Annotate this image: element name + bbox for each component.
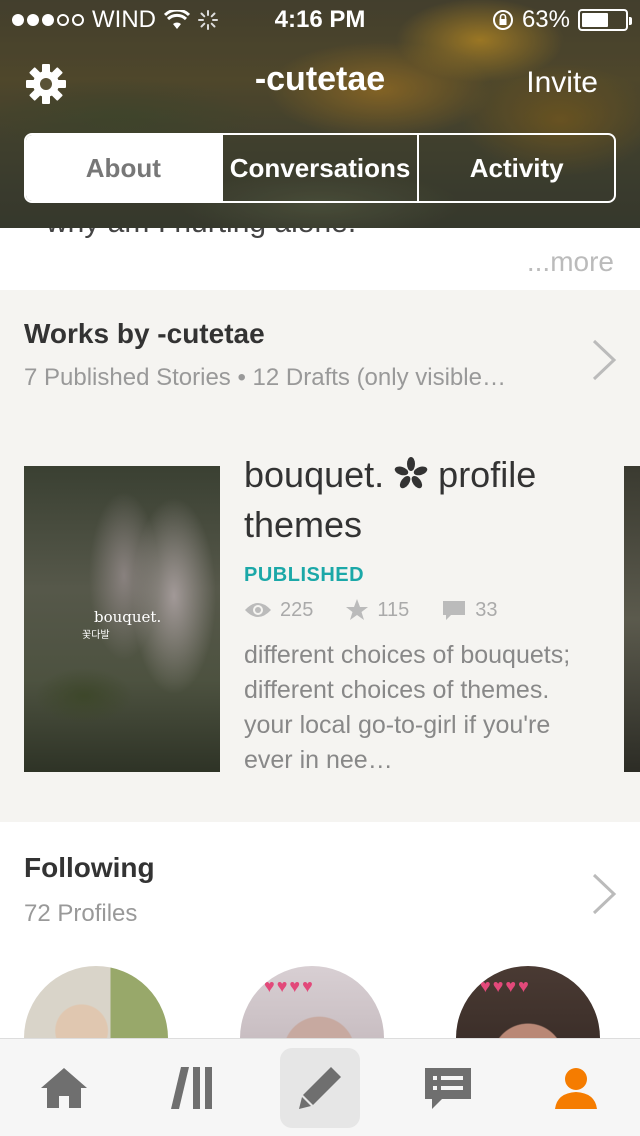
messages-icon — [425, 1067, 471, 1109]
published-badge: PUBLISHED — [244, 564, 365, 586]
cover-title: bouquet. — [94, 608, 162, 626]
story-title[interactable]: bouquet. profile themes — [244, 450, 614, 550]
votes-count: 115 — [377, 598, 410, 621]
write-tab[interactable] — [280, 1047, 360, 1128]
comments-count: 33 — [475, 598, 498, 621]
battery-icon — [578, 9, 632, 31]
library-tab[interactable] — [152, 1048, 232, 1128]
hearts-decoration-icon: ♥♥♥♥ — [480, 976, 531, 996]
write-pencil-icon — [299, 1066, 341, 1109]
following-chevron-right-icon[interactable] — [590, 872, 618, 916]
story-description: different choices of bouquets; different… — [244, 641, 571, 774]
status-right: 63% — [492, 6, 632, 34]
battery-fill — [582, 13, 608, 27]
hearts-decoration-icon: ♥♥♥♥ — [264, 976, 315, 996]
votes-stat: 115 — [345, 598, 409, 622]
following-title[interactable]: Following — [24, 852, 155, 884]
reads-count: 225 — [280, 598, 314, 621]
story-cover[interactable]: bouquet. 꽃다발 — [24, 466, 220, 772]
profile-tabs: About Conversations Activity — [24, 133, 616, 203]
following-section: Following 72 Profiles ♥♥♥♥ ♥♥♥♥ — [0, 822, 640, 1038]
nav-bar: -cutetae Invite — [0, 50, 640, 120]
works-subtitle: 7 Published Stories • 12 Drafts (only vi… — [24, 364, 506, 391]
tab-activity[interactable]: Activity — [417, 135, 614, 201]
comments-stat: 33 — [441, 598, 498, 622]
profile-tab[interactable] — [536, 1048, 616, 1128]
comment-icon — [443, 601, 466, 620]
following-count: 72 Profiles — [24, 900, 138, 927]
bottom-tab-bar — [0, 1038, 640, 1136]
more-link[interactable]: ...more — [527, 246, 614, 278]
home-tab[interactable] — [24, 1048, 104, 1128]
invite-button[interactable]: Invite — [526, 66, 598, 100]
next-story-cover[interactable] — [624, 466, 640, 772]
rotation-lock-icon — [492, 10, 513, 30]
profile-icon — [555, 1067, 597, 1109]
works-title[interactable]: Works by -cutetae — [24, 318, 265, 350]
star-icon — [346, 599, 369, 620]
story-title-part1: bouquet. — [244, 454, 385, 495]
about-text: why am I hurting alone. — [46, 228, 356, 240]
tab-conversations[interactable]: Conversations — [220, 135, 418, 201]
works-chevron-right-icon[interactable] — [590, 338, 618, 382]
works-section: Works by -cutetae 7 Published Stories • … — [0, 290, 640, 822]
flower-icon — [394, 457, 428, 489]
messages-tab[interactable] — [408, 1048, 488, 1128]
reads-stat: 225 — [244, 599, 313, 622]
home-icon — [41, 1067, 87, 1108]
library-icon — [171, 1066, 212, 1109]
eye-icon — [245, 603, 271, 617]
about-section: why am I hurting alone. ...more — [0, 228, 640, 290]
avatar[interactable]: ♥♥♥♥ — [240, 966, 384, 1038]
story-stats: 225 115 33 — [244, 598, 520, 622]
cover-subtitle: 꽃다발 — [82, 630, 110, 641]
avatar[interactable]: ♥♥♥♥ — [456, 966, 600, 1038]
battery-percent: 63% — [521, 6, 570, 33]
avatar[interactable] — [24, 966, 168, 1038]
tab-about[interactable]: About — [26, 135, 221, 201]
status-bar: WIND 4:16 PM 63% — [0, 0, 640, 40]
